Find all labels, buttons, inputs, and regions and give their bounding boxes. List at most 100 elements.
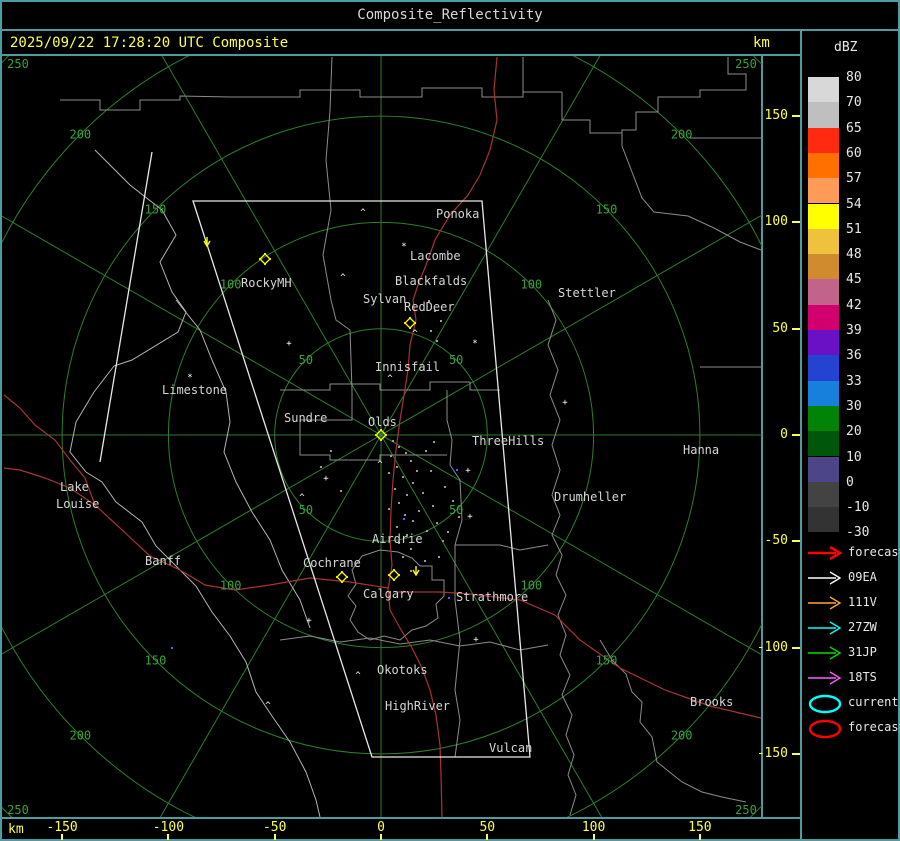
precip-echo <box>392 440 394 442</box>
range-ring-label: 250 <box>7 803 29 817</box>
city-label: Stettler <box>558 286 616 300</box>
city-label: Lacombe <box>410 249 461 263</box>
scale-block <box>808 152 839 179</box>
range-ring-label: 50 <box>449 503 463 517</box>
scale-boundary-label: 33 <box>846 373 862 389</box>
radar-site-diamond-dot <box>374 433 378 437</box>
legend-item-label: 27ZW <box>848 620 877 634</box>
county-boundary <box>279 635 549 651</box>
precip-echo <box>418 510 420 512</box>
radar-site-diamond-dot <box>340 580 344 584</box>
scale-unit-label: dBZ <box>834 40 858 55</box>
legend-ellipse-icon <box>808 719 842 739</box>
city-label: Sundre <box>284 411 327 425</box>
town-marker: ^ <box>265 701 271 711</box>
town-marker: * <box>401 242 406 252</box>
city-label: Innisfail <box>375 360 440 374</box>
scale-boundary-label: 51 <box>846 221 862 237</box>
range-ring-label: 100 <box>220 578 242 592</box>
scale-block <box>808 279 839 305</box>
bottom-axis-tick <box>273 834 276 840</box>
precip-echo <box>410 460 412 462</box>
range-ring-label: 50 <box>449 353 463 367</box>
park-boundary <box>69 149 321 817</box>
legend-arrow-icon <box>808 596 842 610</box>
county-boundary <box>322 56 353 391</box>
scale-boundary-label: 0 <box>846 474 854 490</box>
legend-item-label: 31JP <box>848 645 877 659</box>
precip-echo <box>404 514 406 516</box>
legend-item: 31JP <box>806 641 898 666</box>
scale-block <box>808 127 839 153</box>
radar-site-diamond-dot <box>345 575 349 579</box>
city-label: HighRiver <box>385 699 450 713</box>
county-boundary <box>547 299 577 816</box>
range-ring-label: 150 <box>596 203 618 217</box>
scale-block <box>808 77 839 103</box>
bottom-axis-tick-label: -100 <box>152 820 185 835</box>
park-boundary <box>175 299 311 629</box>
precip-echo <box>430 470 432 472</box>
city-label: Calgary <box>363 587 414 601</box>
legend-item-label: 18TS <box>848 670 877 684</box>
precip-echo <box>388 508 390 510</box>
city-label: Hanna <box>683 443 719 457</box>
range-ring-label: 100 <box>520 278 542 292</box>
precip-echo-weak <box>403 518 405 520</box>
scale-boundary-label: 42 <box>846 297 862 313</box>
town-marker: ^ <box>387 374 393 384</box>
range-ring-label: 100 <box>220 278 242 292</box>
radar-site-diamond-icon <box>404 317 416 329</box>
scale-block <box>808 431 839 457</box>
city-label: Limestone <box>162 383 227 397</box>
city-label: RockyMH <box>241 276 292 290</box>
bottom-axis-tick-label: 50 <box>479 820 496 835</box>
precip-echo <box>425 450 427 452</box>
precip-echo <box>438 556 440 558</box>
county-boundary <box>230 87 562 98</box>
bottom-axis-tick <box>592 834 595 840</box>
legend-item: current <box>806 691 899 716</box>
frame-top <box>0 0 900 2</box>
town-marker: + <box>465 466 471 476</box>
town-marker: ^ <box>340 273 346 283</box>
scale-block <box>808 178 839 204</box>
range-ring-label: 200 <box>69 729 91 743</box>
bottom-axis-tick-label: 0 <box>377 820 385 835</box>
frame-panel-divider <box>800 29 802 841</box>
scale-boundary-label: 10 <box>846 449 862 465</box>
bottom-axis-tick-label: -50 <box>262 820 287 835</box>
city-label: Olds <box>368 415 397 429</box>
precip-echo <box>424 560 426 562</box>
scale-boundary-label: 70 <box>846 95 862 111</box>
precip-echo <box>405 452 407 454</box>
right-axis-tick <box>792 327 800 330</box>
county-boundary <box>599 639 747 803</box>
scale-block <box>808 405 839 432</box>
precip-echo <box>447 531 449 533</box>
precip-echo <box>396 526 398 528</box>
city-label: Cochrane <box>303 556 361 570</box>
city-label: Okotoks <box>377 663 428 677</box>
legend-arrow-icon <box>808 571 842 585</box>
bottom-axis-tick-label: -150 <box>46 820 78 835</box>
legend-item-label: 111V <box>848 595 877 609</box>
precip-echo <box>410 548 412 550</box>
city-label: RedDeer <box>404 300 455 314</box>
scale-boundary-label: 30 <box>846 398 862 414</box>
legend-item-label: current <box>848 695 899 709</box>
city-label: Ponoka <box>436 207 479 221</box>
scale-boundary-label: 65 <box>846 120 862 136</box>
radar-site-diamond-dot <box>392 568 396 572</box>
timestamp-label: 2025/09/22 17:28:20 UTC Composite <box>10 35 289 51</box>
legend-item: 111V <box>806 591 898 616</box>
precip-echo-weak <box>171 647 173 649</box>
radar-site-diamond-dot <box>387 573 391 577</box>
scale-boundary-label: -10 <box>846 500 870 516</box>
range-ring-label: 200 <box>69 127 91 141</box>
radar-site-diamond-dot <box>379 438 383 442</box>
radar-map-canvas[interactable]: 50 5050 50100 100100 100150 150150 150200 20020… <box>2 56 762 817</box>
scale-block <box>808 481 839 508</box>
city-label: Drumheller <box>554 490 626 504</box>
scale-boundary-label: 39 <box>846 323 862 338</box>
